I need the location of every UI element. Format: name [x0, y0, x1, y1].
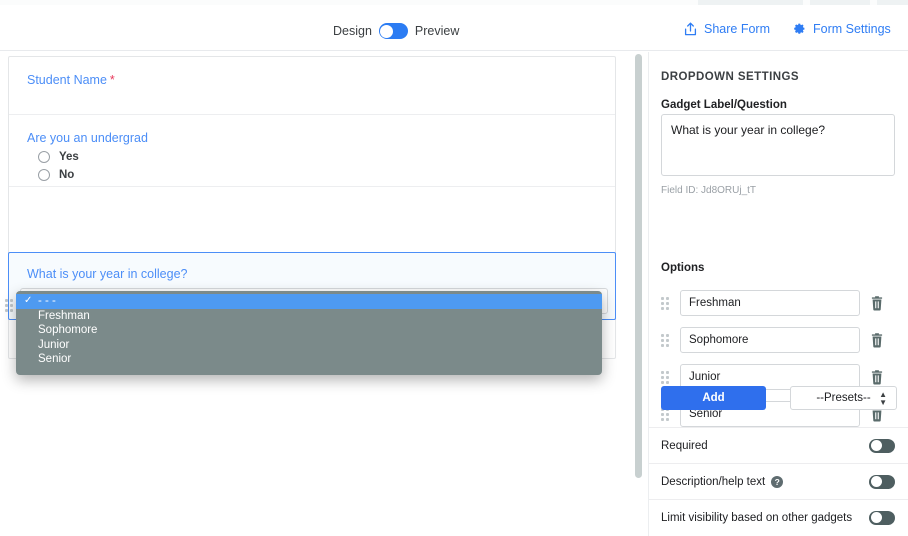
chevron-updown-icon: ▲▼	[879, 390, 887, 407]
form-settings-button[interactable]: Form Settings	[792, 22, 891, 36]
trash-icon[interactable]	[870, 369, 884, 385]
description-toggle[interactable]	[869, 474, 895, 489]
preview-label: Preview	[414, 24, 460, 38]
dropdown-option-2[interactable]: Sophomore	[16, 323, 602, 338]
radio-circle-icon	[38, 151, 50, 163]
gear-icon	[792, 22, 806, 36]
settings-pane: DROPDOWN SETTINGS Gadget Label/Question …	[648, 52, 908, 536]
option-input-1[interactable]	[680, 327, 860, 353]
form-canvas-pane: Student Name * Are you an undergrad Yes N…	[0, 52, 632, 536]
radio-label-yes: Yes	[59, 151, 79, 163]
presets-select[interactable]: --Presets-- ▲ ▼	[790, 386, 897, 410]
setting-label-required: Required	[661, 439, 708, 452]
dropdown-option-4[interactable]: Senior	[16, 352, 602, 367]
field-id-text: Field ID: Jd8ORUj_tT	[661, 185, 757, 196]
toggle-knob	[380, 24, 394, 38]
trash-icon[interactable]	[870, 332, 884, 348]
radio-label-no: No	[59, 169, 75, 181]
setting-label-limit-visibility: Limit visibility based on other gadgets	[661, 511, 853, 524]
option-row	[661, 327, 897, 353]
share-form-label: Share Form	[704, 22, 770, 36]
field-label-undergrad: Are you an undergrad	[27, 131, 148, 145]
form-field-undergrad[interactable]: Are you an undergrad Yes No	[9, 115, 615, 187]
design-preview-toggle-group: Design Preview	[333, 23, 459, 39]
dropdown-options-popup[interactable]: - - - Freshman Sophomore Junior Senior	[16, 291, 602, 375]
field-label-student-name: Student Name *	[27, 73, 115, 87]
required-asterisk: *	[109, 73, 115, 87]
presets-selected-value: --Presets--	[816, 392, 871, 404]
drag-handle-icon[interactable]	[661, 370, 671, 384]
setting-row-limit-visibility[interactable]: Limit visibility based on other gadgets	[649, 499, 908, 535]
trash-icon[interactable]	[870, 295, 884, 311]
radio-option-yes[interactable]: Yes	[38, 151, 597, 163]
dropdown-option-1[interactable]: Freshman	[16, 309, 602, 324]
dropdown-option-3[interactable]: Junior	[16, 338, 602, 353]
form-field-student-name[interactable]: Student Name *	[9, 57, 615, 115]
gadget-label-input[interactable]	[661, 114, 895, 176]
drag-handle-icon[interactable]	[661, 333, 671, 347]
setting-row-description[interactable]: Description/help text ?	[649, 463, 908, 499]
field-label-year-in-college: What is your year in college?	[27, 267, 188, 281]
share-form-button[interactable]: Share Form	[684, 22, 770, 36]
design-preview-toggle[interactable]	[378, 23, 408, 39]
setting-row-required[interactable]: Required	[649, 427, 908, 463]
dropdown-option-0[interactable]: - - -	[16, 294, 602, 309]
option-input-0[interactable]	[680, 290, 860, 316]
required-toggle[interactable]	[869, 438, 895, 453]
setting-label-description: Description/help text ?	[661, 475, 784, 488]
design-label: Design	[333, 24, 372, 38]
add-option-button[interactable]: Add	[661, 386, 766, 410]
radio-option-no[interactable]: No	[38, 169, 597, 181]
form-settings-label: Form Settings	[813, 22, 891, 36]
drag-handle-icon[interactable]	[661, 296, 671, 310]
question-mark-icon[interactable]: ?	[771, 475, 784, 488]
form-builder-app: Design Preview Share Form Form Settings …	[0, 0, 908, 536]
settings-panel-title: DROPDOWN SETTINGS	[661, 71, 799, 83]
share-upload-icon	[684, 22, 697, 36]
top-toolbar: Design Preview Share Form Form Settings	[0, 5, 908, 51]
radio-circle-icon	[38, 169, 50, 181]
limit-visibility-toggle[interactable]	[869, 510, 895, 525]
gadget-drag-handle-icon[interactable]	[5, 299, 16, 313]
canvas-scrollbar[interactable]	[635, 54, 642, 478]
options-heading: Options	[661, 262, 705, 274]
gadget-label-heading: Gadget Label/Question	[661, 99, 787, 111]
option-row	[661, 290, 897, 316]
